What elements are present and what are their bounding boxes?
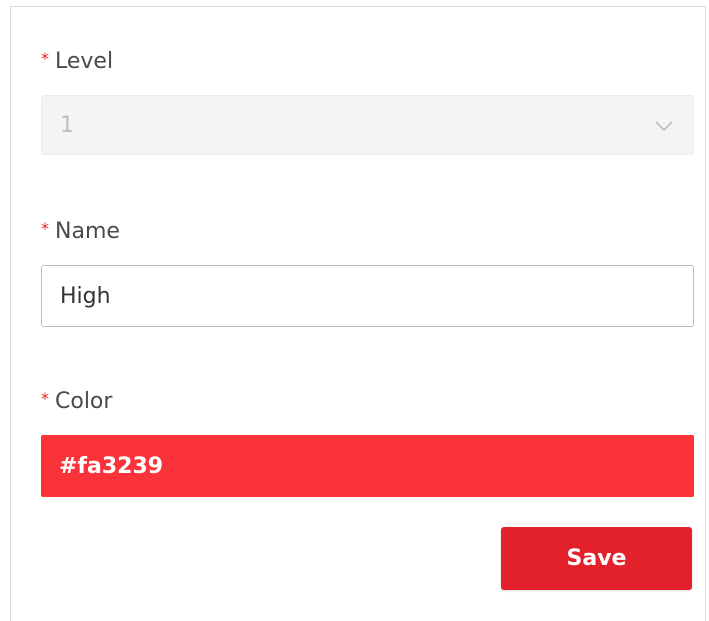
chevron-down-icon xyxy=(655,121,673,132)
level-select[interactable]: 1 xyxy=(41,95,694,155)
color-required-mark: * xyxy=(41,389,49,408)
color-input[interactable]: #fa3239 xyxy=(41,435,694,497)
level-label-row: * Level xyxy=(41,47,694,77)
level-label: Level xyxy=(55,49,114,74)
name-label: Name xyxy=(55,219,120,244)
save-button[interactable]: Save xyxy=(501,527,692,590)
color-label-row: * Color xyxy=(41,387,694,417)
name-label-row: * Name xyxy=(41,217,694,247)
name-input[interactable]: High xyxy=(41,265,694,327)
level-select-value: 1 xyxy=(60,112,74,138)
name-required-mark: * xyxy=(41,219,49,238)
name-field: * Name High xyxy=(41,217,694,327)
level-field: * Level 1 xyxy=(41,47,694,155)
color-field: * Color #fa3239 xyxy=(41,387,694,497)
color-label: Color xyxy=(55,389,113,414)
level-required-mark: * xyxy=(41,49,49,68)
level-edit-panel: * Level 1 * Name High * Color #fa3239 Sa… xyxy=(10,6,706,621)
